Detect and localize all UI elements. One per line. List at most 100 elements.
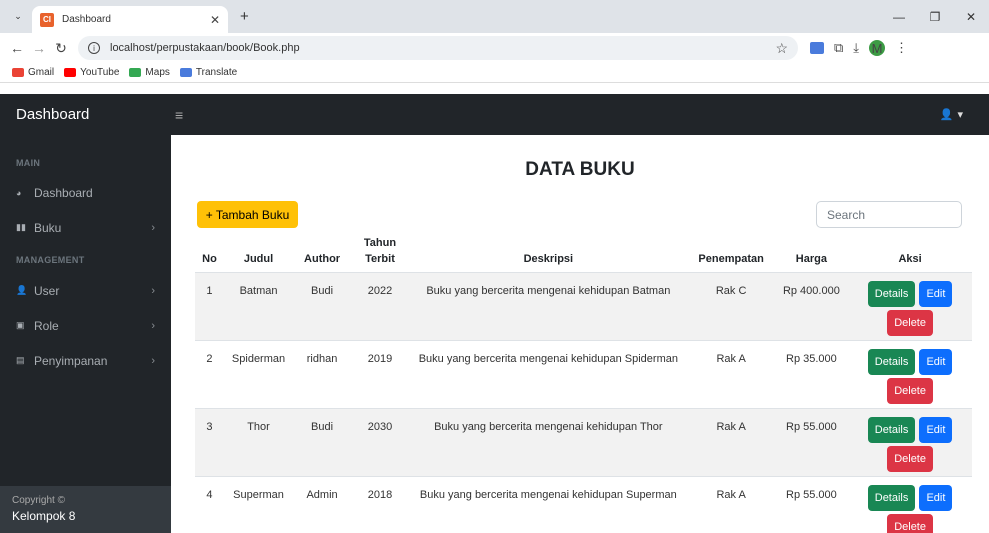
translate-icon: [179, 68, 192, 77]
table-row: 3 Thor Budi 2030 Buku yang bercerita men…: [195, 408, 972, 477]
user-icon: 👤: [939, 109, 954, 121]
storage-icon: ▤: [16, 355, 25, 365]
sidebar-footer: Copyright © Kelompok 8: [0, 486, 171, 533]
edit-button[interactable]: Edit: [919, 349, 953, 375]
chevron-right-icon: ›: [151, 354, 155, 367]
sidebar-item-buku[interactable]: ▮▮ Buku ›: [0, 210, 171, 245]
cell-tahun: 2019: [351, 340, 409, 409]
chevron-right-icon: ›: [151, 284, 155, 297]
bookmark-label: Maps: [145, 67, 170, 78]
sidebar-item-user[interactable]: 👤 User ›: [0, 273, 171, 308]
maps-icon: [129, 68, 142, 77]
delete-button[interactable]: Delete: [887, 378, 933, 404]
sidebar-item-dashboard[interactable]: ◕ Dashboard: [0, 175, 171, 210]
table-row: 1 Batman Budi 2022 Buku yang bercerita m…: [195, 272, 972, 341]
browser-tab-active[interactable]: CI Dashboard ✕: [32, 6, 228, 33]
sidebar-heading-main: MAIN: [16, 158, 41, 168]
cell-tahun: 2018: [351, 476, 409, 533]
cell-no: 3: [195, 408, 224, 477]
cell-no: 2: [195, 340, 224, 409]
reload-icon[interactable]: ↻: [50, 40, 72, 57]
edit-button[interactable]: Edit: [919, 417, 953, 443]
restore-icon[interactable]: ❐: [917, 10, 953, 24]
new-tab-button[interactable]: +: [240, 8, 249, 25]
bookmark-gmail[interactable]: Gmail: [12, 67, 54, 78]
more-menu-icon[interactable]: ⋮: [895, 40, 908, 56]
cell-aksi: Details Edit Delete: [848, 408, 972, 477]
cell-tahun: 2030: [351, 408, 409, 477]
browser-tab-strip: ⌄ CI Dashboard ✕ + — ❐ ✕: [0, 0, 989, 33]
details-button[interactable]: Details: [867, 417, 916, 443]
cell-harga: Rp 35.000: [774, 340, 849, 409]
sidebar-item-label: User: [34, 283, 60, 298]
search-input[interactable]: [816, 201, 962, 228]
details-button[interactable]: Details: [867, 281, 916, 307]
site-info-icon[interactable]: i: [88, 42, 100, 54]
tab-close-icon[interactable]: ✕: [210, 13, 220, 27]
sidebar-item-label: Penyimpanan: [34, 353, 108, 368]
url-text[interactable]: localhost/perpustakaan/book/Book.php: [110, 42, 775, 54]
page-title: DATA BUKU: [525, 159, 635, 180]
bookmark-youtube[interactable]: YouTube: [64, 67, 119, 78]
navbar-brand[interactable]: Dashboard: [0, 106, 171, 123]
bookmark-label: Translate: [195, 67, 238, 78]
cell-harga: Rp 400.000: [774, 272, 849, 341]
download-icon[interactable]: ⤓: [853, 40, 859, 56]
cell-penempatan: Rak C: [687, 272, 775, 341]
cell-penempatan: Rak A: [687, 340, 775, 409]
top-navbar: Dashboard ≡ 👤 ▾: [0, 94, 989, 135]
translate-extension-icon[interactable]: [810, 42, 824, 54]
bookmark-star-icon[interactable]: ☆: [775, 40, 788, 57]
delete-button[interactable]: Delete: [887, 310, 933, 336]
bookmark-maps[interactable]: Maps: [129, 67, 170, 78]
cell-deskripsi: Buku yang bercerita mengenai kehidupan T…: [408, 408, 688, 477]
column-header: Aksi: [848, 235, 972, 273]
cell-author: Budi: [293, 408, 352, 477]
tab-search-button[interactable]: ⌄: [8, 7, 28, 27]
add-book-button[interactable]: + Tambah Buku: [197, 201, 298, 228]
address-bar[interactable]: i localhost/perpustakaan/book/Book.php ☆: [78, 36, 798, 60]
sidebar-item-role[interactable]: ▣ Role ›: [0, 308, 171, 343]
details-button[interactable]: Details: [867, 349, 916, 375]
sidebar-toggle-icon[interactable]: ≡: [175, 107, 183, 123]
column-header: Harga: [774, 235, 849, 273]
dashboard-icon: ◕: [16, 187, 22, 198]
delete-button[interactable]: Delete: [887, 514, 933, 533]
delete-button[interactable]: Delete: [887, 446, 933, 472]
back-icon[interactable]: ←: [6, 40, 28, 56]
column-header: Deskripsi: [408, 235, 688, 273]
bookmarks-bar: Gmail YouTube Maps Translate: [0, 63, 989, 83]
cell-author: Admin: [293, 476, 352, 533]
toolbar-icons: ⧉ ⤓ M ⋮: [810, 40, 908, 56]
profile-avatar[interactable]: M: [869, 40, 886, 56]
cell-judul: Batman: [223, 272, 294, 341]
sidebar-item-label: Buku: [34, 220, 62, 235]
edit-button[interactable]: Edit: [919, 281, 953, 307]
extensions-icon[interactable]: ⧉: [834, 40, 843, 56]
window-controls: — ❐ ✕: [881, 0, 989, 33]
cell-author: ridhan: [293, 340, 352, 409]
cell-aksi: Details Edit Delete: [848, 272, 972, 341]
gmail-icon: [12, 68, 24, 77]
cell-judul: Thor: [223, 408, 294, 477]
bookmark-translate[interactable]: Translate: [179, 67, 238, 78]
footer-team-name: Kelompok 8: [12, 509, 76, 523]
edit-button[interactable]: Edit: [919, 485, 953, 511]
cell-tahun: 2022: [351, 272, 409, 341]
user-menu[interactable]: 👤 ▾: [940, 108, 963, 121]
cell-harga: Rp 55.000: [774, 476, 849, 533]
minimize-icon[interactable]: —: [881, 10, 917, 24]
cell-penempatan: Rak A: [687, 476, 775, 533]
sidebar-item-penyimpanan[interactable]: ▤ Penyimpanan ›: [0, 343, 171, 378]
close-window-icon[interactable]: ✕: [953, 10, 989, 24]
columns-icon: ▮▮: [16, 222, 26, 232]
app-root: Dashboard ≡ 👤 ▾ MAIN ◕ Dashboard ▮▮ Buku…: [0, 94, 989, 533]
forward-icon[interactable]: →: [28, 40, 50, 56]
cell-deskripsi: Buku yang bercerita mengenai kehidupan S…: [408, 340, 688, 409]
tab-title: Dashboard: [62, 14, 111, 25]
table-header-row: No Judul Author Tahun Terbit Deskripsi P…: [195, 235, 972, 273]
details-button[interactable]: Details: [867, 485, 916, 511]
cell-deskripsi: Buku yang bercerita mengenai kehidupan B…: [408, 272, 688, 341]
chevron-down-icon: ▾: [957, 109, 963, 121]
cell-aksi: Details Edit Delete: [848, 476, 972, 533]
